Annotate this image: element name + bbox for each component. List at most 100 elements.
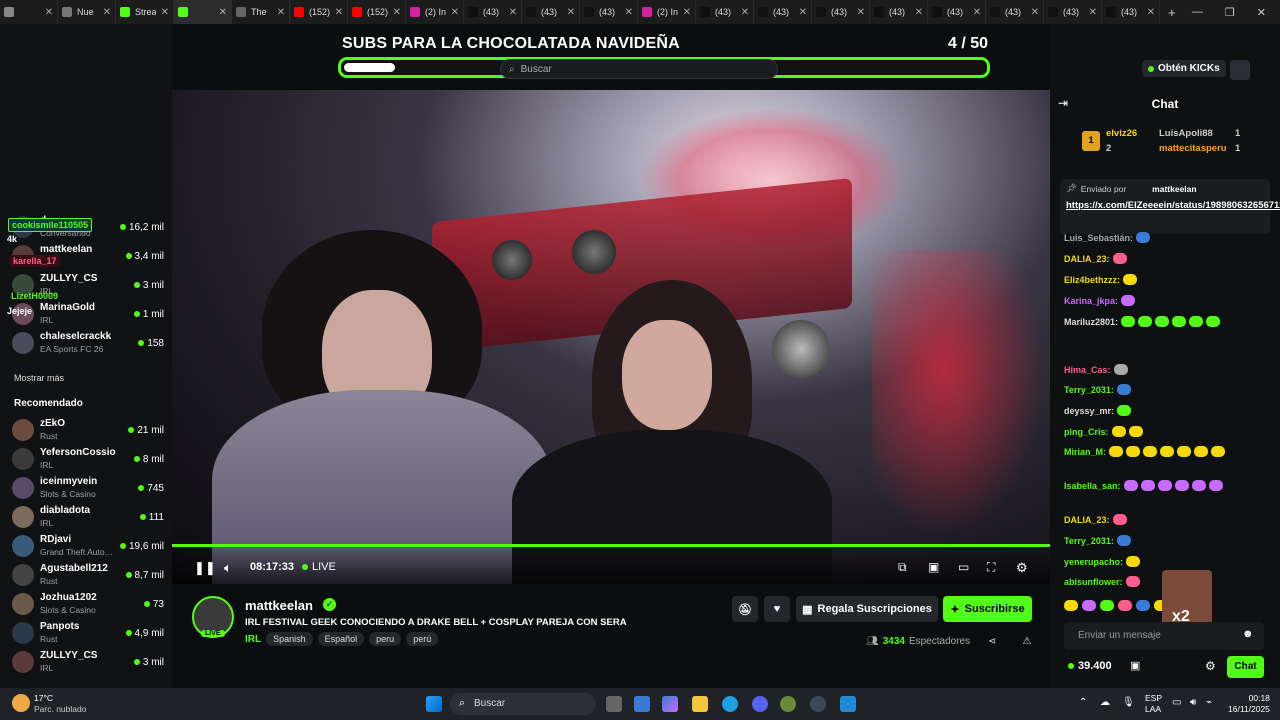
chat-username[interactable]: Isabella_san: [1064,481,1121,491]
weather-icon[interactable] [12,694,30,712]
chat-message[interactable]: Isabella_san: [1064,480,1223,491]
chat-username[interactable]: Terry_2031: [1064,385,1114,395]
browser-tab[interactable]: The ✕ [232,0,290,24]
chat-message[interactable]: Eliz4bethzzz: [1064,274,1138,285]
subscribe-button[interactable]: ✦ Suscribirse [943,596,1032,622]
browser-tab[interactable]: ✕ [0,0,58,24]
app-icon[interactable] [780,696,796,712]
sidebar-channel-row[interactable]: iceinmyvein Slots & Casino 745 [12,474,164,502]
browser-tab[interactable]: (43) ✕ [870,0,928,24]
browser-tab[interactable]: (43) ✕ [522,0,580,24]
maximize-button[interactable]: ❐ [1225,6,1235,19]
emote-icon[interactable] [1118,600,1132,611]
tab-close-icon[interactable]: ✕ [1031,7,1039,18]
streamer-name[interactable]: mattkeelan [245,598,313,613]
new-tab-button[interactable]: + [1160,5,1184,20]
chat-message[interactable]: yenerupacho: [1064,556,1141,567]
chat-message[interactable]: abisunflower: [1064,576,1140,587]
share-icon[interactable]: ⋖ [988,636,996,647]
sidebar-channel-row[interactable]: diabladota IRL 111 [12,503,164,531]
chat-username[interactable]: deyssy_mr: [1064,406,1114,416]
tab-close-icon[interactable]: ✕ [567,7,575,18]
chat-message[interactable]: Hima_Cas: [1064,364,1128,375]
chat-message[interactable]: DALIA_23: [1064,514,1127,525]
sidebar-channel-row[interactable]: chaleselcrackk EA Sports FC 26 158 [12,329,164,357]
discord-icon[interactable] [752,696,768,712]
tab-close-icon[interactable]: ✕ [1147,7,1155,18]
tab-close-icon[interactable]: ✕ [799,7,807,18]
browser-tab[interactable]: (2) In ✕ [406,0,464,24]
chat-message[interactable]: DALIA_23: [1064,253,1127,264]
tab-close-icon[interactable]: ✕ [915,7,923,18]
sidebar-channel-row[interactable]: YefersonCossio IRL 8 mil [12,445,164,473]
sidebar-channel-row[interactable]: Agustabell212 Rust 8,7 mil [12,561,164,589]
browser-tab[interactable]: (152) ✕ [290,0,348,24]
sidebar-channel-row[interactable]: zEkO Rust 21 mil [12,416,164,444]
fullscreen-icon[interactable]: ⛶ [987,560,995,575]
show-more-link[interactable]: Mostrar más [14,373,64,383]
chat-message[interactable]: Terry_2031: [1064,535,1131,546]
browser-tab[interactable]: (43) ✕ [580,0,638,24]
tab-close-icon[interactable]: ✕ [973,7,981,18]
browser-tab[interactable]: (43) ✕ [1044,0,1102,24]
taskbar-search[interactable]: Buscar [450,693,596,715]
pause-icon[interactable]: ❚❚ [194,560,216,576]
chat-username[interactable]: abisunflower: [1064,577,1123,587]
stream-tag[interactable]: perú [406,632,439,646]
tab-close-icon[interactable]: ✕ [45,7,53,18]
emote-icon[interactable] [1082,600,1096,611]
chat-settings-icon[interactable]: ⚙ [1205,659,1216,673]
edge-icon[interactable] [722,696,738,712]
browser-tab[interactable]: (43) ✕ [928,0,986,24]
task-view-icon[interactable] [606,696,622,712]
chat-username[interactable]: Luis_Sebastián: [1064,233,1133,243]
language-indicator[interactable]: ESP LAA [1145,693,1162,715]
gift-subs-button[interactable]: ▦ Regala Suscripciones [796,596,938,622]
theater-mode-icon[interactable]: ▭ [958,560,969,574]
chat-message[interactable]: ping_Cris: [1064,426,1143,437]
tab-close-icon[interactable]: ✕ [741,7,749,18]
browser-tab[interactable]: (152) ✕ [348,0,406,24]
stream-tag[interactable]: Spanish [266,632,313,646]
file-explorer-icon[interactable] [692,696,708,712]
live-indicator[interactable]: LIVE [302,561,336,573]
browser-tab[interactable]: (43) ✕ [812,0,870,24]
browser-tab[interactable]: (43) ✕ [754,0,812,24]
tab-close-icon[interactable]: ✕ [509,7,517,18]
close-window-button[interactable]: ✕ [1257,6,1266,19]
tray-chevron-icon[interactable]: ⌃ [1079,697,1087,708]
chat-message[interactable]: Mariluz2801: [1064,316,1221,327]
browser-tab[interactable]: Nue ✕ [58,0,116,24]
gift-box-icon[interactable]: ▣ [1130,659,1140,672]
sidebar-channel-row[interactable]: ZULLYY_CS IRL 3 mil [12,648,164,676]
pip-icon[interactable]: ⧉ [898,560,907,575]
tab-close-icon[interactable]: ✕ [277,7,285,18]
steam-icon[interactable] [810,696,826,712]
chat-username[interactable]: ping_Cris: [1064,427,1109,437]
pinned-link[interactable]: https://x.com/ElZeeeein/status/198980632… [1066,199,1280,212]
tab-close-icon[interactable]: ✕ [103,7,111,18]
emoji-icon[interactable]: ☻ [1242,628,1254,640]
tab-close-icon[interactable]: ✕ [393,7,401,18]
chat-message[interactable]: Luis_Sebastián: [1064,232,1151,243]
emote-icon[interactable] [1064,600,1078,611]
chat-message[interactable]: deyssy_mr: [1064,405,1132,416]
chat-message[interactable]: Karina_jkpa: [1064,295,1136,306]
chat-username[interactable]: Eliz4bethzzz: [1064,275,1120,285]
tray-battery-icon[interactable]: ⌁ [1206,697,1212,708]
tab-close-icon[interactable]: ✕ [219,7,227,18]
video-player[interactable]: ❚❚ 🔈︎ 08:17:33 LIVE ⧉ ▣ ▭ ⛶ ⚙ [172,90,1050,584]
browser-tab[interactable]: (2) In ✕ [638,0,696,24]
browser-tab[interactable]: (43) ✕ [1102,0,1160,24]
chat-username[interactable]: yenerupacho: [1064,557,1123,567]
notifications-off-button[interactable]: 🔕︎ [732,596,758,622]
browser-tab[interactable]: (43) ✕ [986,0,1044,24]
browser-tab[interactable]: (43) ✕ [696,0,754,24]
tray-cloud-icon[interactable]: ☁ [1100,697,1110,708]
tab-close-icon[interactable]: ✕ [1089,7,1097,18]
chat-message[interactable]: Terry_2031: [1064,384,1131,395]
player-progress-bar[interactable] [172,544,1050,547]
tab-close-icon[interactable]: ✕ [683,7,691,18]
chat-message[interactable]: Mirian_M: [1064,446,1226,457]
tab-close-icon[interactable]: ✕ [161,7,169,18]
